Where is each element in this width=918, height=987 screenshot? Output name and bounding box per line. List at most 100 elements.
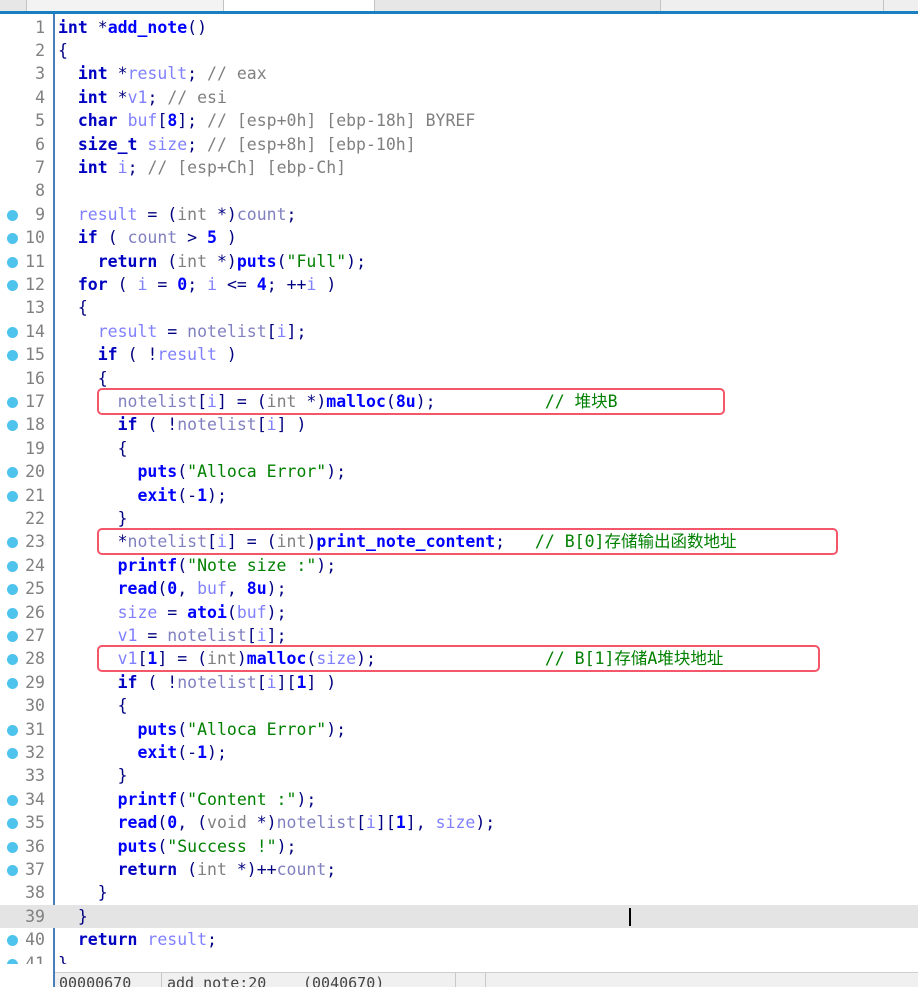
code-line[interactable]: 30 {	[0, 694, 918, 717]
code-line[interactable]: 4 int *v1; // esi	[0, 86, 918, 109]
code-line-text[interactable]: puts("Alloca Error");	[58, 718, 346, 741]
code-line[interactable]: 37 return (int *)++count;	[0, 858, 918, 881]
code-line-text[interactable]: result = (int *)count;	[58, 203, 297, 226]
code-line[interactable]: 10 if ( count > 5 )	[0, 226, 918, 249]
code-line[interactable]: 28 v1[1] = (int)malloc(size); // B[1]存储A…	[0, 647, 918, 670]
line-number: 39	[25, 906, 45, 926]
code-line[interactable]: 36 puts("Success !");	[0, 835, 918, 858]
code-line[interactable]: 24 printf("Note size :");	[0, 554, 918, 577]
status-address: (0040670)	[303, 974, 385, 987]
code-line-text[interactable]: printf("Note size :");	[58, 554, 337, 577]
code-line-text[interactable]: if ( !notelist[i] )	[58, 413, 307, 436]
line-number: 37	[25, 859, 45, 879]
code-line-text[interactable]: }	[58, 764, 128, 787]
code-line[interactable]: 9 result = (int *)count;	[0, 203, 918, 226]
code-line[interactable]: 6 size_t size; // [esp+8h] [ebp-10h]	[0, 133, 918, 156]
code-line-text[interactable]: }	[58, 881, 108, 904]
code-line[interactable]: 8	[0, 179, 918, 202]
code-line[interactable]: 14 result = notelist[i];	[0, 320, 918, 343]
line-number: 12	[25, 274, 45, 294]
code-line-text[interactable]: size = atoi(buf);	[58, 601, 287, 624]
code-line-text[interactable]: }	[58, 507, 128, 530]
code-line[interactable]: 17 notelist[i] = (int *)malloc(8u); // 堆…	[0, 390, 918, 413]
code-line[interactable]: 26 size = atoi(buf);	[0, 601, 918, 624]
code-line-text[interactable]: if ( !result )	[58, 343, 237, 366]
code-line-text[interactable]: int *add_note()	[58, 16, 207, 39]
code-line-text[interactable]: *notelist[i] = (int)print_note_content; …	[58, 530, 737, 553]
code-line[interactable]: 23 *notelist[i] = (int)print_note_conten…	[0, 530, 918, 553]
code-line-text[interactable]: int *v1; // esi	[58, 86, 227, 109]
code-line[interactable]: 5 char buf[8]; // [esp+0h] [ebp-18h] BYR…	[0, 109, 918, 132]
line-number: 32	[25, 742, 45, 762]
status-divider-1	[161, 973, 162, 987]
code-line[interactable]: 31 puts("Alloca Error");	[0, 718, 918, 741]
status-location: add_note:20	[167, 974, 267, 987]
code-line-text[interactable]: notelist[i] = (int *)malloc(8u); // 堆块B	[58, 390, 618, 413]
line-number: 5	[35, 111, 45, 131]
code-line[interactable]: 11 return (int *)puts("Full");	[0, 250, 918, 273]
code-line[interactable]: 18 if ( !notelist[i] )	[0, 413, 918, 436]
code-line[interactable]: 19 {	[0, 437, 918, 460]
code-line[interactable]: 25 read(0, buf, 8u);	[0, 577, 918, 600]
code-line[interactable]: 21 exit(-1);	[0, 484, 918, 507]
code-line[interactable]: 20 puts("Alloca Error");	[0, 460, 918, 483]
line-number: 3	[35, 64, 45, 84]
line-number: 19	[25, 438, 45, 458]
code-line[interactable]: 2{	[0, 39, 918, 62]
line-number: 34	[25, 789, 45, 809]
code-line-text[interactable]: return result;	[58, 928, 217, 951]
code-line-text[interactable]: result = notelist[i];	[58, 320, 307, 343]
code-line-text[interactable]: {	[58, 39, 68, 62]
code-line[interactable]: 12 for ( i = 0; i <= 4; ++i )	[0, 273, 918, 296]
line-number: 40	[25, 930, 45, 950]
pseudocode-editor[interactable]: 1 int *add_note() 2{3 int *result; // eax 4…	[0, 14, 918, 973]
code-line-text[interactable]: {	[58, 437, 128, 460]
code-line-text[interactable]: return (int *)puts("Full");	[58, 250, 366, 273]
code-line[interactable]: 35 read(0, (void *)notelist[i][1], size)…	[0, 811, 918, 834]
status-fields: 00000670 add_note:20 (0040670)	[55, 972, 918, 987]
line-number: 21	[25, 485, 45, 505]
status-bar: 00000670 add_note:20 (0040670)	[0, 964, 918, 987]
code-line[interactable]: 27 v1 = notelist[i];	[0, 624, 918, 647]
code-line[interactable]: 7 int i; // [esp+Ch] [ebp-Ch]	[0, 156, 918, 179]
line-number: 35	[25, 813, 45, 833]
code-line-text[interactable]: }	[58, 905, 88, 928]
line-number: 30	[25, 696, 45, 716]
code-line-text[interactable]: read(0, buf, 8u);	[58, 577, 287, 600]
line-number: 17	[25, 391, 45, 411]
code-line-text[interactable]: char buf[8]; // [esp+0h] [ebp-18h] BYREF	[58, 109, 475, 132]
code-line-text[interactable]: int *result; // eax	[58, 62, 267, 85]
code-line[interactable]: 15 if ( !result )	[0, 343, 918, 366]
code-line-text[interactable]: {	[58, 367, 108, 390]
code-line[interactable]: 34 printf("Content :");	[0, 788, 918, 811]
code-line[interactable]: 22 }	[0, 507, 918, 530]
code-line-text[interactable]: return (int *)++count;	[58, 858, 337, 881]
code-line[interactable]: 13 {	[0, 296, 918, 319]
code-line[interactable]: 38 }	[0, 881, 918, 904]
status-divider-2	[455, 973, 456, 987]
code-line-text[interactable]: v1[1] = (int)malloc(size); // B[1]存储A堆块地…	[58, 647, 724, 670]
code-line[interactable]: 32 exit(-1);	[0, 741, 918, 764]
code-line-text[interactable]: exit(-1);	[58, 741, 226, 764]
code-line-text[interactable]: read(0, (void *)notelist[i][1], size);	[58, 811, 496, 834]
code-line-text[interactable]: if ( count > 5 )	[58, 226, 237, 249]
code-line-text[interactable]: exit(-1);	[58, 484, 226, 507]
code-line-text[interactable]: puts("Success !");	[58, 835, 297, 858]
code-line-text[interactable]: int i; // [esp+Ch] [ebp-Ch]	[58, 156, 346, 179]
code-line-text[interactable]: size_t size; // [esp+8h] [ebp-10h]	[58, 133, 416, 156]
code-line-text[interactable]: v1 = notelist[i];	[58, 624, 287, 647]
code-line-text[interactable]: printf("Content :");	[58, 788, 317, 811]
code-line[interactable]: 3 int *result; // eax	[0, 62, 918, 85]
code-line[interactable]: 39 }	[0, 904, 918, 929]
code-line[interactable]: 33 }	[0, 764, 918, 787]
code-line-text[interactable]: {	[58, 296, 88, 319]
code-line-text[interactable]: for ( i = 0; i <= 4; ++i )	[58, 273, 336, 296]
code-line[interactable]: 40 return result;	[0, 928, 918, 951]
code-line[interactable]: 29 if ( !notelist[i][1] )	[0, 671, 918, 694]
code-line[interactable]: 1 int *add_note()	[0, 16, 918, 39]
code-line-text[interactable]: if ( !notelist[i][1] )	[58, 671, 337, 694]
code-line-text[interactable]: puts("Alloca Error");	[58, 460, 346, 483]
code-line[interactable]: 16 {	[0, 367, 918, 390]
code-line-text[interactable]: {	[58, 694, 128, 717]
line-number: 29	[25, 672, 45, 692]
